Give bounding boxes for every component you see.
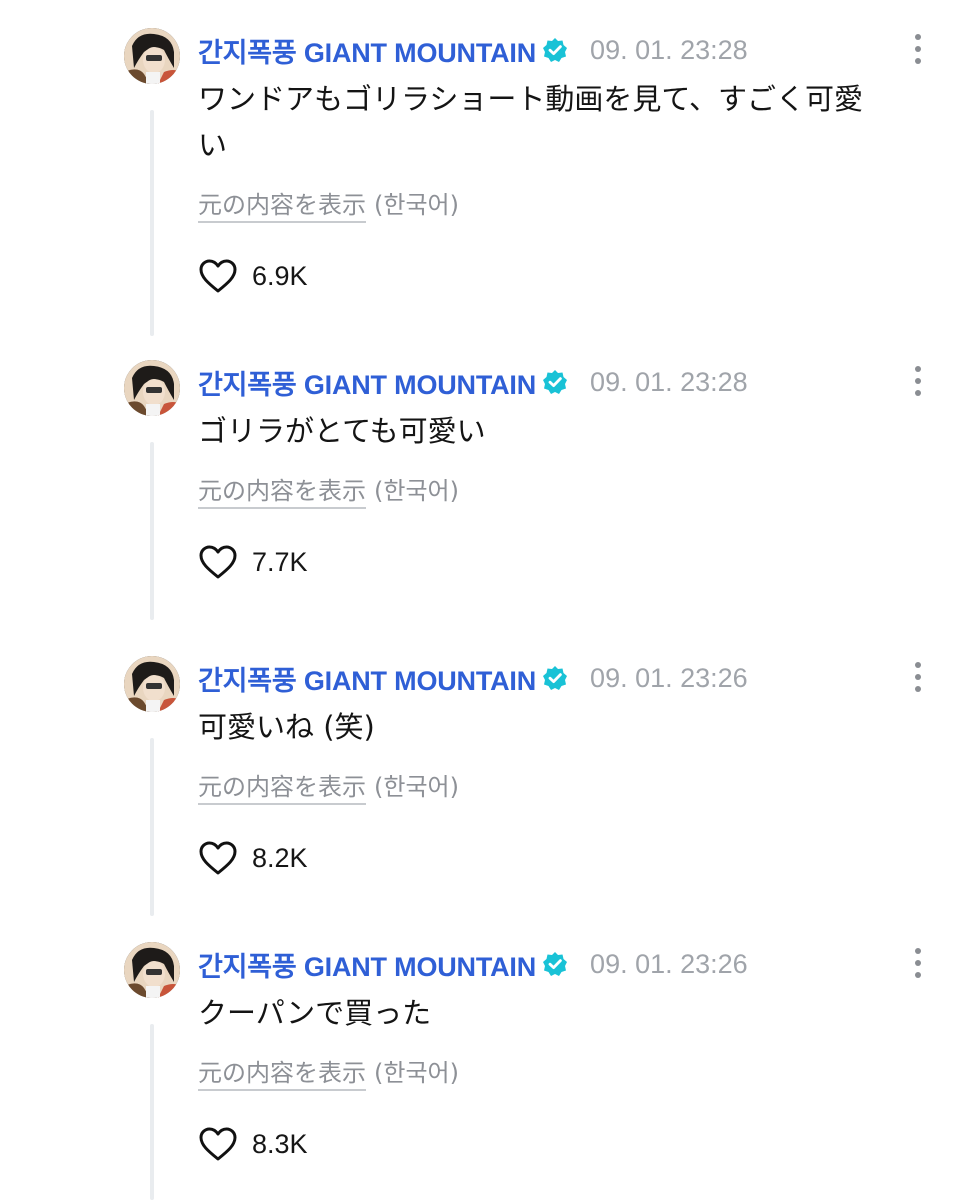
more-vertical-icon [915, 34, 921, 40]
original-language-label: (한국어) [374, 476, 459, 505]
avatar[interactable] [124, 360, 180, 416]
show-original-link[interactable]: 元の内容を表示 [198, 471, 366, 506]
comment-text: ワンドアもゴリラショート動画を見て、すごく可愛い [198, 82, 863, 162]
comment-timestamp: 09. 01. 23:26 [590, 948, 748, 979]
more-options-button[interactable] [906, 34, 930, 64]
comment-header: 간지폭풍 GIANT MOUNTAIN 09. 01. 23:28 [198, 362, 748, 402]
original-language-label: (한국어) [374, 772, 459, 801]
thread-line [150, 442, 154, 620]
more-vertical-icon [915, 378, 921, 384]
more-vertical-icon [915, 674, 921, 680]
more-vertical-icon [915, 58, 921, 64]
like-count: 6.9K [252, 260, 308, 291]
show-original-link[interactable]: 元の内容を表示 [198, 767, 366, 802]
comment-text: 可愛いね (笑) [198, 710, 375, 744]
thread-line [150, 738, 154, 916]
like-count: 8.3K [252, 1128, 308, 1159]
thread-line [150, 110, 154, 336]
more-vertical-icon [915, 960, 921, 966]
comment-header: 간지폭풍 GIANT MOUNTAIN 09. 01. 23:26 [198, 944, 748, 984]
original-language-label: (한국어) [374, 1058, 459, 1087]
heart-outline-icon[interactable] [198, 544, 238, 580]
like-row: 8.3K [198, 1124, 308, 1164]
translation-row: 元の内容を表示 (한국어) [198, 184, 459, 220]
show-original-link[interactable]: 元の内容を表示 [198, 185, 366, 220]
translation-row: 元の内容を表示 (한국어) [198, 470, 459, 506]
avatar[interactable] [124, 656, 180, 712]
more-vertical-icon [915, 366, 921, 372]
more-vertical-icon [915, 662, 921, 668]
comment-text: ゴリラがとても可愛い [198, 414, 486, 448]
more-options-button[interactable] [906, 366, 930, 396]
like-count: 7.7K [252, 546, 308, 577]
like-row: 6.9K [198, 256, 308, 296]
author-name[interactable]: 간지폭풍 GIANT MOUNTAIN [198, 363, 536, 402]
author-name[interactable]: 간지폭풍 GIANT MOUNTAIN [198, 945, 536, 984]
verified-badge-icon [543, 370, 568, 394]
author-name[interactable]: 간지폭풍 GIANT MOUNTAIN [198, 659, 536, 698]
verified-badge-icon [543, 952, 568, 976]
heart-outline-icon[interactable] [198, 840, 238, 876]
comment-text: クーパンで買った [198, 996, 432, 1030]
heart-outline-icon[interactable] [198, 1126, 238, 1162]
more-vertical-icon [915, 686, 921, 692]
like-count: 8.2K [252, 842, 308, 873]
thread-line [150, 1024, 154, 1200]
like-row: 8.2K [198, 838, 308, 878]
show-original-link[interactable]: 元の内容を表示 [198, 1053, 366, 1088]
avatar[interactable] [124, 942, 180, 998]
verified-badge-icon [543, 666, 568, 690]
heart-outline-icon[interactable] [198, 258, 238, 294]
more-vertical-icon [915, 948, 921, 954]
like-row: 7.7K [198, 542, 308, 582]
original-language-label: (한국어) [374, 190, 459, 219]
more-vertical-icon [915, 46, 921, 52]
comment-header: 간지폭풍 GIANT MOUNTAIN 09. 01. 23:28 [198, 30, 748, 70]
more-options-button[interactable] [906, 948, 930, 978]
verified-badge-icon [543, 38, 568, 62]
avatar[interactable] [124, 28, 180, 84]
comment-timestamp: 09. 01. 23:28 [590, 34, 748, 65]
translation-row: 元の内容を表示 (한국어) [198, 766, 459, 802]
comment-header: 간지폭풍 GIANT MOUNTAIN 09. 01. 23:26 [198, 658, 748, 698]
more-options-button[interactable] [906, 662, 930, 692]
comment-timestamp: 09. 01. 23:28 [590, 366, 748, 397]
more-vertical-icon [915, 972, 921, 978]
translation-row: 元の内容を表示 (한국어) [198, 1052, 459, 1088]
more-vertical-icon [915, 390, 921, 396]
comment-timestamp: 09. 01. 23:26 [590, 662, 748, 693]
author-name[interactable]: 간지폭풍 GIANT MOUNTAIN [198, 31, 536, 70]
